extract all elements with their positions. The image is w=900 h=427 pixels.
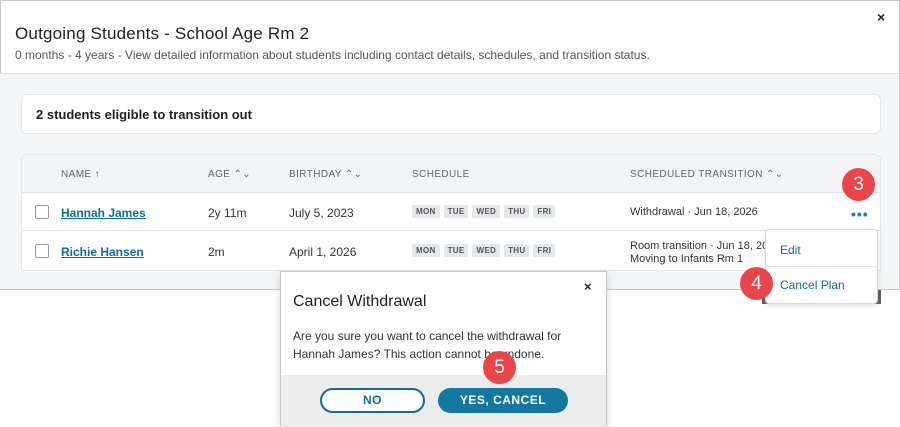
student-age: 2m bbox=[208, 245, 225, 259]
eligible-count-label: 2 students eligible to transition out bbox=[36, 107, 252, 122]
dialog-footer: NO YES, CANCEL bbox=[281, 375, 606, 426]
student-age: 2y 11m bbox=[208, 206, 247, 220]
column-header-schedule: SCHEDULE bbox=[412, 169, 470, 180]
student-birthday: April 1, 2026 bbox=[289, 245, 357, 259]
dialog-title: Cancel Withdrawal bbox=[293, 293, 427, 310]
student-name-link[interactable]: Richie Hansen bbox=[61, 245, 144, 259]
no-button[interactable]: NO bbox=[320, 388, 425, 413]
schedule-day-badge: FRI bbox=[533, 205, 556, 218]
step-badge-3: 3 bbox=[842, 168, 875, 201]
students-table: NAME ↑ AGE ⌃⌄ BIRTHDAY ⌃⌄ SCHEDULE SCHED… bbox=[21, 154, 881, 271]
schedule-day-badge: TUE bbox=[443, 205, 469, 218]
schedule-day-badge: MON bbox=[412, 244, 440, 257]
schedule-days: MON TUE WED THU FRI bbox=[412, 244, 556, 257]
modal-subtitle: 0 months - 4 years - View detailed infor… bbox=[15, 48, 650, 62]
row-checkbox[interactable] bbox=[35, 205, 49, 219]
scheduled-transition: Withdrawal · Jun 18, 2026 bbox=[630, 206, 758, 218]
dialog-message: Are you sure you want to cancel the with… bbox=[293, 329, 562, 361]
table-row: Hannah James 2y 11m July 5, 2023 MON TUE… bbox=[22, 193, 880, 231]
menu-divider bbox=[766, 266, 877, 267]
step-badge-5: 5 bbox=[483, 351, 516, 384]
scheduled-transition-detail: Moving to Infants Rm 1 bbox=[630, 253, 744, 265]
student-name-link[interactable]: Hannah James bbox=[61, 206, 146, 220]
dialog-close-icon[interactable]: × bbox=[584, 279, 592, 294]
menu-item-edit[interactable]: Edit bbox=[780, 243, 801, 257]
row-actions-menu: Edit Cancel Plan bbox=[765, 229, 878, 304]
yes-cancel-button[interactable]: YES, CANCEL bbox=[438, 388, 568, 413]
schedule-day-badge: THU bbox=[504, 244, 530, 257]
row-checkbox[interactable] bbox=[35, 244, 49, 258]
schedule-day-badge: WED bbox=[472, 244, 501, 257]
eligible-count-card: 2 students eligible to transition out bbox=[21, 94, 881, 134]
menu-item-cancel-plan[interactable]: Cancel Plan bbox=[780, 278, 845, 292]
schedule-day-badge: TUE bbox=[443, 244, 469, 257]
modal-close-icon[interactable]: × bbox=[877, 9, 885, 25]
schedule-day-badge: MON bbox=[412, 205, 440, 218]
row-actions-menu-icon[interactable]: ••• bbox=[851, 206, 869, 222]
schedule-days: MON TUE WED THU FRI bbox=[412, 205, 556, 218]
student-birthday: July 5, 2023 bbox=[289, 206, 354, 220]
schedule-day-badge: THU bbox=[504, 205, 530, 218]
modal-title: Outgoing Students - School Age Rm 2 bbox=[15, 24, 310, 43]
scheduled-transition: Room transition · Jun 18, 20 bbox=[630, 240, 769, 252]
column-header-scheduled-transition[interactable]: SCHEDULED TRANSITION ⌃⌄ bbox=[630, 169, 784, 180]
table-header: NAME ↑ AGE ⌃⌄ BIRTHDAY ⌃⌄ SCHEDULE SCHED… bbox=[22, 155, 880, 193]
column-header-age[interactable]: AGE ⌃⌄ bbox=[208, 169, 251, 180]
column-header-name[interactable]: NAME ↑ bbox=[61, 169, 100, 180]
schedule-day-badge: FRI bbox=[533, 244, 556, 257]
step-badge-4: 4 bbox=[740, 267, 773, 300]
cancel-withdrawal-dialog: Cancel Withdrawal × Are you sure you wan… bbox=[280, 271, 607, 426]
table-row: Richie Hansen 2m April 1, 2026 MON TUE W… bbox=[22, 232, 880, 270]
column-header-birthday[interactable]: BIRTHDAY ⌃⌄ bbox=[289, 169, 362, 180]
schedule-day-badge: WED bbox=[472, 205, 501, 218]
